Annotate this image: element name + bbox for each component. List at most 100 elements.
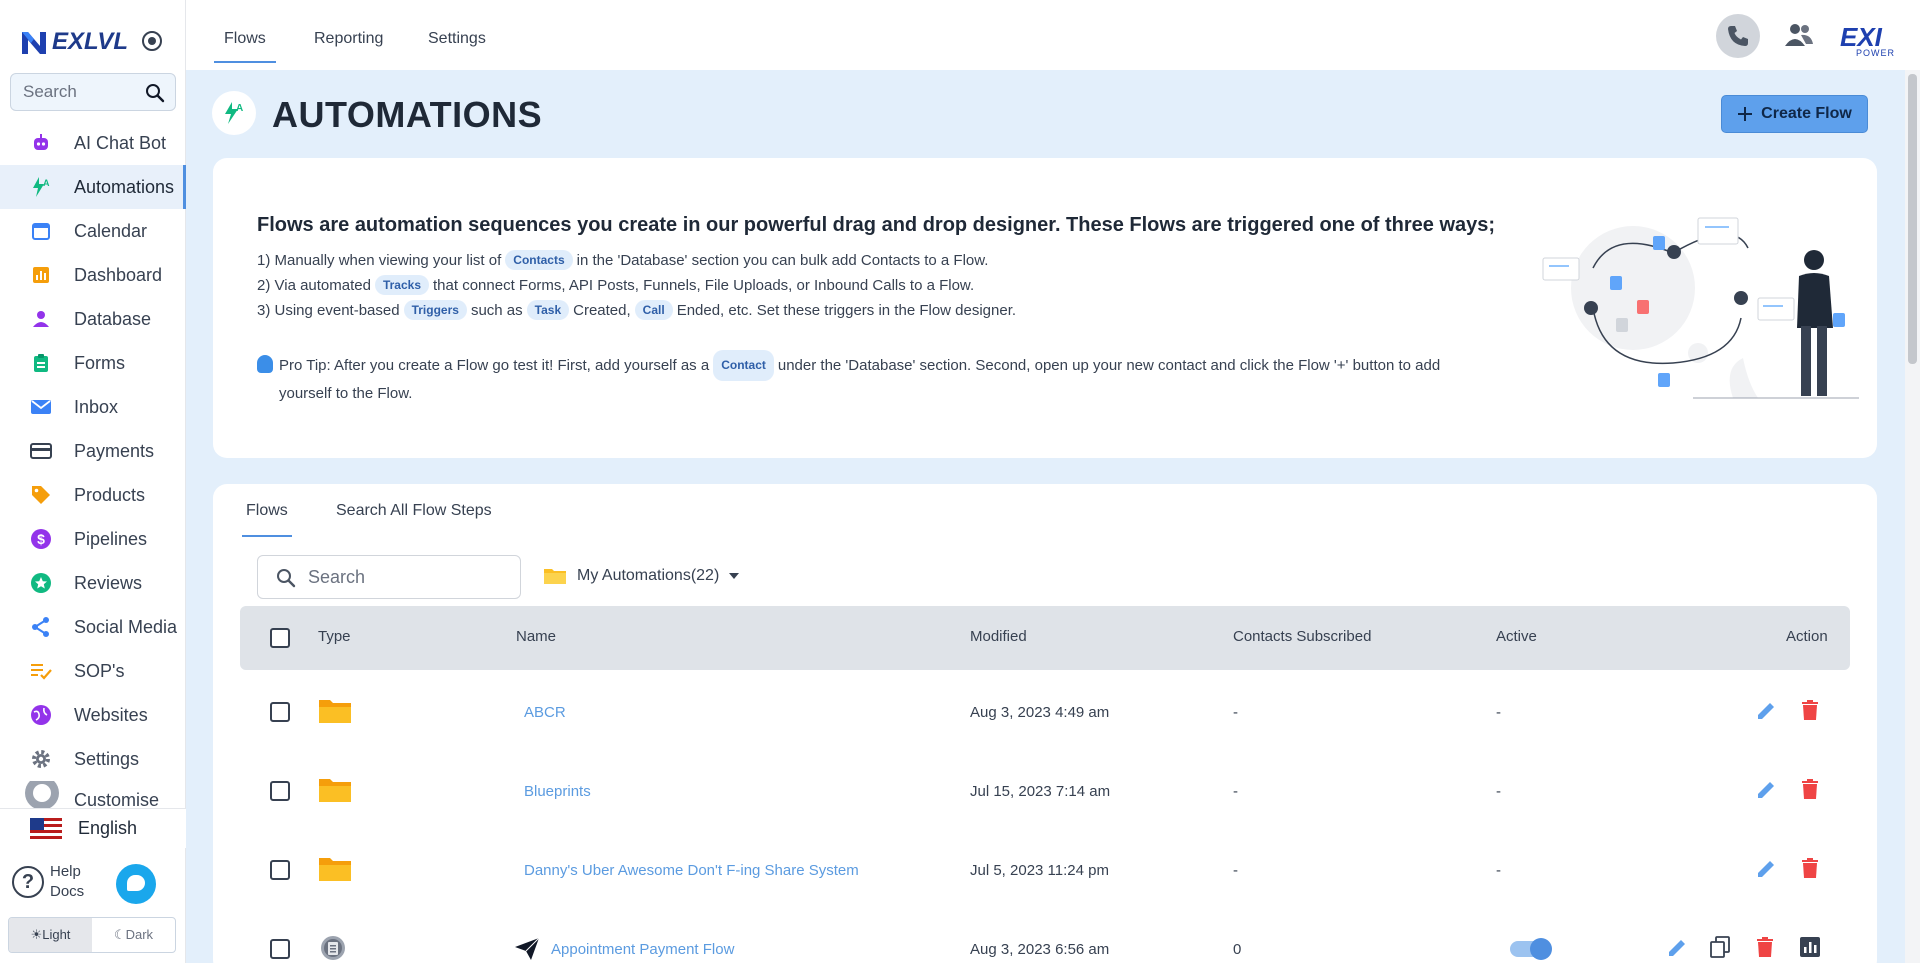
folder-icon: [319, 700, 351, 723]
table-row[interactable]: Appointment Payment Flow Aug 3, 2023 6:5…: [240, 911, 1850, 963]
table-row[interactable]: Danny's Uber Awesome Don't F-ing Share S…: [240, 832, 1850, 911]
partner-logo-sub: POWER: [1856, 48, 1896, 58]
flow-search-input[interactable]: [308, 566, 508, 588]
edit-icon[interactable]: [1755, 858, 1777, 880]
flow-name-link[interactable]: Danny's Uber Awesome Don't F-ing Share S…: [524, 862, 859, 879]
edit-icon[interactable]: [1755, 700, 1777, 722]
sidebar-item-sops[interactable]: SOP's: [0, 649, 186, 693]
edit-icon[interactable]: [1666, 937, 1688, 959]
folder-selector[interactable]: My Automations(22): [543, 566, 740, 586]
sidebar-item-database[interactable]: Database: [0, 297, 186, 341]
trash-icon[interactable]: [1801, 778, 1819, 800]
tab-search-flow-steps[interactable]: Search All Flow Steps: [336, 502, 492, 520]
tab-flows-list[interactable]: Flows: [242, 502, 292, 537]
checklist-icon: [30, 660, 52, 682]
sidebar-item-reviews[interactable]: Reviews: [0, 561, 186, 605]
brand-logo[interactable]: EXLVL: [20, 26, 128, 58]
sidebar-item-pipelines[interactable]: $ Pipelines: [0, 517, 186, 561]
sidebar-item-calendar[interactable]: Calendar: [0, 209, 186, 253]
phone-button[interactable]: [1716, 14, 1760, 58]
caret-down-icon: [729, 573, 740, 579]
info-line-1: 1) Manually when viewing your list of Con…: [257, 250, 988, 270]
flow-name-link[interactable]: ABCR: [524, 704, 566, 721]
trash-icon[interactable]: [1756, 936, 1774, 958]
contacts-count: -: [1233, 783, 1238, 800]
help-line-2: Docs: [50, 883, 85, 900]
active-status: -: [1496, 704, 1501, 721]
copy-icon[interactable]: [1710, 936, 1730, 958]
mail-icon: [30, 396, 52, 418]
sidebar-item-products[interactable]: Products: [0, 473, 186, 517]
create-flow-button[interactable]: Create Flow: [1721, 95, 1868, 133]
sidebar-item-inbox[interactable]: Inbox: [0, 385, 186, 429]
sidebar-search-input[interactable]: [23, 82, 141, 102]
flow-search[interactable]: [257, 555, 521, 599]
scrollbar-thumb[interactable]: [1908, 74, 1917, 364]
users-button[interactable]: [1784, 22, 1814, 53]
folder-selector-label: My Automations(22): [577, 567, 720, 584]
tab-flows[interactable]: Flows: [214, 30, 276, 63]
trash-icon[interactable]: [1801, 699, 1819, 721]
stats-icon[interactable]: [1800, 937, 1820, 957]
sidebar-item-forms[interactable]: Forms: [0, 341, 186, 385]
column-action: Action: [1786, 628, 1828, 645]
task-chip: Task: [526, 300, 570, 320]
folder-icon: [319, 779, 351, 802]
sidebar-item-automations[interactable]: A Automations: [0, 165, 186, 209]
sidebar-item-payments[interactable]: Payments: [0, 429, 186, 473]
tab-reporting[interactable]: Reporting: [314, 30, 383, 48]
column-contacts-subscribed: Contacts Subscribed: [1233, 628, 1372, 645]
flow-name-link[interactable]: Appointment Payment Flow: [551, 941, 734, 958]
sidebar-item-label: Pipelines: [74, 528, 148, 549]
svg-text:A: A: [43, 178, 50, 188]
column-modified: Modified: [970, 628, 1027, 645]
star-icon: [30, 572, 52, 594]
sidebar-item-settings[interactable]: Settings: [0, 737, 186, 781]
modified-date: Jul 15, 2023 7:14 am: [970, 783, 1111, 800]
edit-icon[interactable]: [1755, 779, 1777, 801]
tab-settings[interactable]: Settings: [428, 30, 486, 48]
modified-date: Jul 5, 2023 11:24 pm: [970, 862, 1109, 879]
sidebar-item-dashboard[interactable]: Dashboard: [0, 253, 186, 297]
dollar-icon: $: [30, 528, 52, 550]
chat-bubble-icon[interactable]: [116, 864, 156, 904]
flow-name-link[interactable]: Blueprints: [524, 783, 591, 800]
sidebar-item-label: Settings: [74, 748, 140, 769]
theme-light-button[interactable]: ☀Light: [9, 918, 92, 952]
table-row[interactable]: Blueprints Jul 15, 2023 7:14 am - -: [240, 753, 1850, 832]
tip-text: Pro Tip: After you create a Flow go test…: [279, 357, 710, 374]
phone-icon: [1728, 26, 1748, 46]
contact-chip: Contact: [713, 350, 774, 381]
info-text: such as: [470, 302, 523, 319]
sidebar-item-ai-chat-bot[interactable]: AI Chat Bot: [0, 121, 186, 165]
top-bar: Flows Reporting Settings: [186, 0, 1920, 70]
sidebar-search[interactable]: [10, 73, 176, 111]
select-all-checkbox[interactable]: [270, 628, 290, 648]
row-checkbox[interactable]: [270, 781, 290, 801]
sidebar-item-label: Social Media: [74, 616, 178, 637]
bar-chart-icon: [30, 264, 52, 286]
sidebar-item-label: AI Chat Bot: [74, 132, 167, 153]
help-docs[interactable]: ? Help Docs: [12, 862, 84, 902]
search-icon[interactable]: [145, 83, 165, 103]
column-active: Active: [1496, 628, 1537, 645]
row-checkbox[interactable]: [270, 860, 290, 880]
sidebar-item-social-media[interactable]: Social Media: [0, 605, 186, 649]
trash-icon[interactable]: [1801, 857, 1819, 879]
sidebar-item-customise[interactable]: Customise: [0, 781, 186, 811]
sidebar-item-label: Database: [74, 308, 152, 329]
info-text: Ended, etc. Set these triggers in the Fl…: [676, 302, 1017, 319]
sidebar-item-websites[interactable]: Websites: [0, 693, 186, 737]
record-icon[interactable]: [142, 31, 162, 51]
row-checkbox[interactable]: [270, 702, 290, 722]
sidebar-item-label: Automations: [74, 176, 175, 197]
info-text: 1) Manually when viewing your list of: [257, 252, 502, 269]
folder-icon: [544, 569, 566, 584]
svg-text:$: $: [37, 531, 45, 547]
table-header: Type Name Modified Contacts Subscribed A…: [240, 606, 1850, 670]
automations-page-icon: A: [212, 91, 256, 135]
table-row[interactable]: ABCR Aug 3, 2023 4:49 am - -: [240, 674, 1850, 753]
row-checkbox[interactable]: [270, 939, 290, 959]
language-selector[interactable]: English: [0, 808, 186, 848]
theme-dark-button[interactable]: ☾Dark: [92, 918, 175, 952]
